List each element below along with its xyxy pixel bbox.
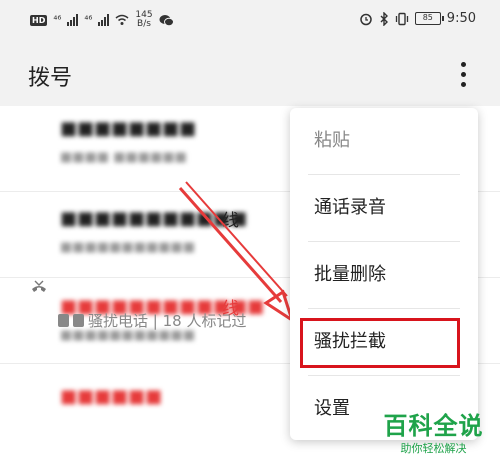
alarm-icon bbox=[360, 13, 372, 25]
bluetooth-icon bbox=[380, 11, 388, 26]
status-left: HD ⁴⁶ ⁴⁶ 145 B/s bbox=[30, 11, 174, 29]
menu-item-batch-delete[interactable]: 批量删除 bbox=[290, 242, 478, 308]
page-title: 拨号 bbox=[28, 66, 73, 91]
signal-1-label: ⁴⁶ bbox=[53, 14, 62, 26]
vibrate-icon bbox=[395, 12, 408, 25]
spam-mark-text: 骚扰电话 | 18 人标记过 bbox=[88, 312, 247, 330]
call-detail-row: 骚扰电话 | 18 人标记过 bbox=[58, 310, 246, 331]
overflow-menu: 粘贴 通话录音 批量删除 骚扰拦截 设置 bbox=[290, 108, 478, 440]
more-dot-icon bbox=[461, 72, 466, 77]
hd-call-icon bbox=[73, 314, 84, 327]
caller-name: ■■■■■■■■■■■ bbox=[60, 208, 248, 229]
signal-bars-icon bbox=[67, 14, 79, 26]
app-bar: 拨号 bbox=[0, 42, 500, 106]
signal-bars-icon bbox=[98, 14, 110, 26]
wifi-icon bbox=[115, 14, 129, 25]
battery-indicator: 85 bbox=[414, 12, 444, 25]
wechat-icon bbox=[159, 14, 174, 26]
net-speed-unit: B/s bbox=[137, 19, 151, 29]
watermark-logo: 百科全说 助你轻松解决 bbox=[376, 411, 491, 469]
highlight-box bbox=[300, 318, 460, 368]
signal-2-label: ⁴⁶ bbox=[84, 14, 93, 26]
more-options-button[interactable] bbox=[452, 60, 476, 90]
more-dot-icon bbox=[461, 62, 466, 67]
sim-icon bbox=[58, 314, 69, 327]
watermark-subtitle: 助你轻松解决 bbox=[400, 442, 467, 455]
caller-name: ■■■■■■ bbox=[60, 386, 163, 407]
menu-item-paste[interactable]: 粘贴 bbox=[290, 108, 478, 174]
status-right: 85 9:50 bbox=[359, 11, 476, 26]
caller-name-tail: 线 bbox=[222, 211, 239, 231]
more-dot-icon bbox=[461, 82, 466, 87]
caller-info: ■■■■ ■■■■■■ bbox=[60, 150, 187, 165]
watermark-title: 百科全说 bbox=[383, 412, 484, 440]
status-bar: HD ⁴⁶ ⁴⁶ 145 B/s 85 9:50 bbox=[0, 0, 500, 42]
hd-badge: HD bbox=[30, 14, 48, 26]
menu-item-call-recording[interactable]: 通话录音 bbox=[290, 175, 478, 241]
caller-info: ■■■■■■■■■■■ bbox=[60, 240, 196, 255]
net-speed: 145 B/s bbox=[135, 11, 152, 29]
status-time: 9:50 bbox=[446, 11, 476, 26]
caller-name: ■■■■■■■■ bbox=[60, 118, 197, 139]
missed-call-icon bbox=[32, 280, 46, 292]
